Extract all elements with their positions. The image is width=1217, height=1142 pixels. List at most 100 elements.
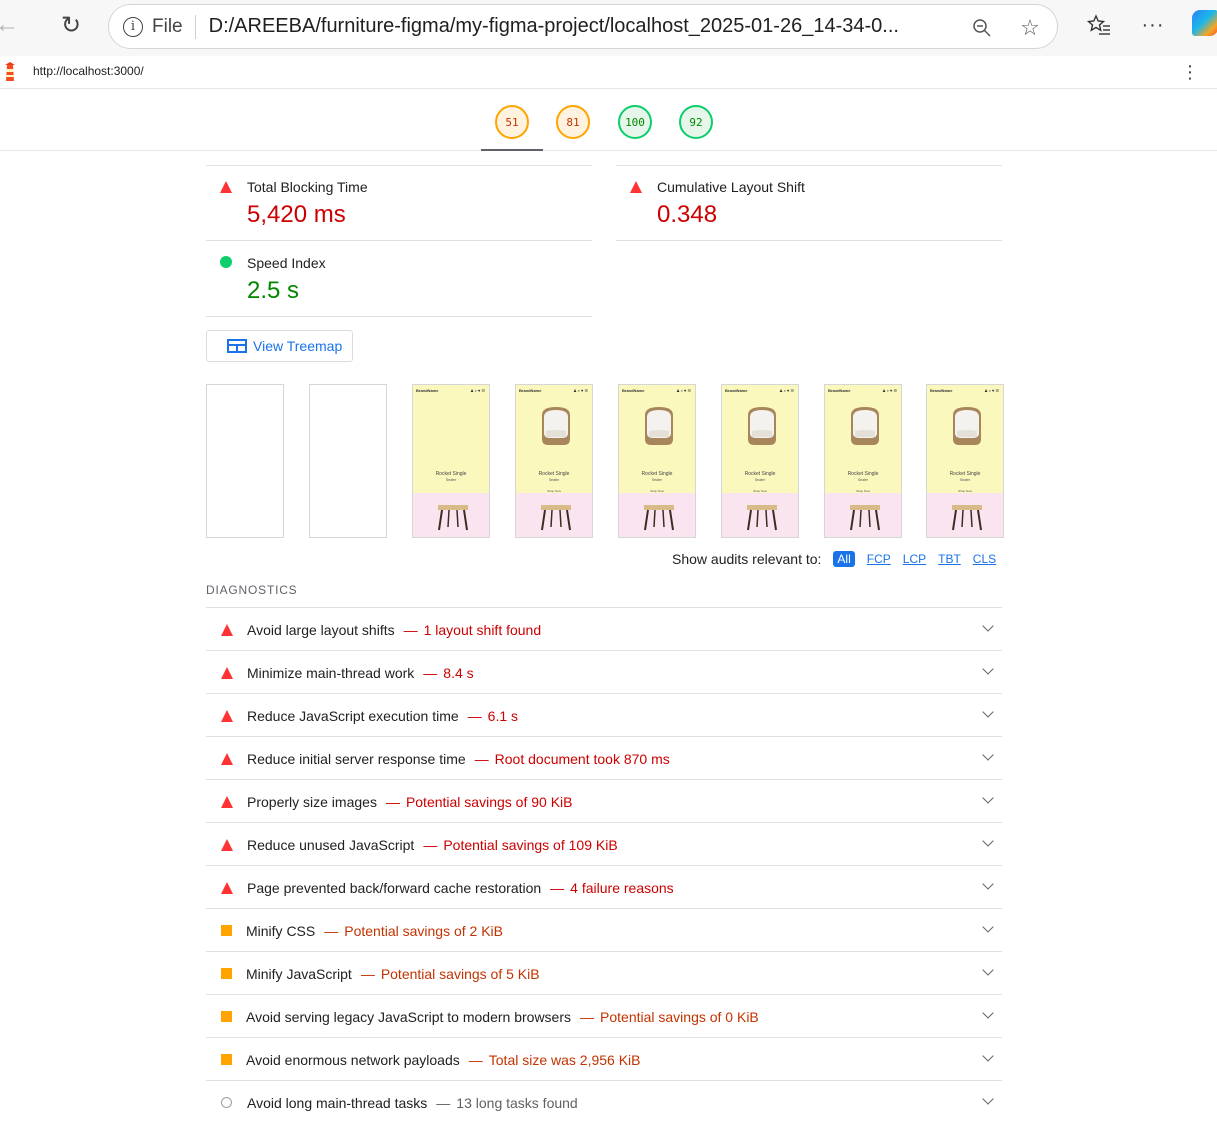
reload-icon[interactable]: ↻ [54, 8, 88, 42]
filmstrip-frame: BrandName ♟⌕♥☰ Rocket Single Seater Shop… [618, 384, 696, 538]
zoom-out-icon[interactable] [969, 15, 995, 41]
favorites-icon[interactable] [1084, 10, 1114, 40]
audit-row[interactable]: Reduce JavaScript execution time — 6.1 s [206, 693, 1002, 736]
fail-triangle-icon [221, 667, 233, 679]
product-title: Rocket Single [847, 471, 879, 477]
chevron-down-icon[interactable] [982, 1093, 994, 1105]
audit-title: Avoid serving legacy JavaScript to moder… [246, 1009, 572, 1025]
armchair-image [645, 407, 673, 445]
metric-value: 2.5 s [247, 277, 300, 304]
audit-detail: 13 long tasks found [456, 1095, 578, 1111]
audit-text: Avoid long main-thread tasks — 13 long tas… [247, 1095, 578, 1111]
filmstrip-frame: BrandName ♟⌕♥☰ Rocket Single Seater Shop… [721, 384, 799, 538]
audit-title: Minimize main-thread work [247, 665, 415, 681]
audit-row[interactable]: Avoid long main-thread tasks — 13 long tas… [206, 1080, 1002, 1123]
audit-row[interactable]: Avoid large layout shifts — 1 layout shift… [206, 607, 1002, 650]
chevron-down-icon[interactable] [982, 878, 994, 890]
average-square-icon [221, 1054, 232, 1065]
product-subtitle: Seater [754, 478, 766, 482]
filter-label: Show audits relevant to: [672, 551, 822, 567]
audit-detail: Potential savings of 5 KiB [380, 966, 540, 982]
audit-text: Properly size images — Potential savings o… [247, 794, 572, 810]
nav-icons: ♟⌕♥☰ [676, 388, 692, 393]
product-title: Rocket Single [538, 471, 570, 477]
address-bar[interactable]: i File D:/AREEBA/furniture-figma/my-figm… [108, 4, 1058, 49]
product-subtitle: Seater [651, 478, 663, 482]
table-image [747, 505, 777, 531]
audit-title: Minify CSS [246, 923, 316, 939]
neutral-circle-icon [221, 1097, 232, 1108]
performance-score-gauge[interactable]: 51 [495, 105, 529, 139]
chevron-down-icon[interactable] [982, 1007, 994, 1019]
star-icon[interactable]: ☆ [1017, 15, 1043, 41]
shop-now-link: Shop Now [650, 489, 664, 493]
info-icon[interactable]: i [123, 16, 143, 37]
audit-row[interactable]: Minimize main-thread work — 8.4 s [206, 650, 1002, 693]
filmstrip-frame [309, 384, 387, 538]
audit-title: Minify JavaScript [246, 966, 352, 982]
chevron-down-icon[interactable] [982, 663, 994, 675]
accessibility-score-gauge[interactable]: 81 [556, 105, 590, 139]
copilot-icon[interactable] [1192, 10, 1217, 36]
filter-lcp[interactable]: LCP [903, 552, 926, 566]
product-subtitle: Seater [857, 478, 869, 482]
audit-row[interactable]: Avoid serving legacy JavaScript to moder… [206, 994, 1002, 1037]
fail-triangle-icon [221, 882, 233, 894]
report-url[interactable]: http://localhost:3000/ [33, 64, 144, 78]
chevron-down-icon[interactable] [982, 792, 994, 804]
audit-title: Avoid long main-thread tasks [247, 1095, 428, 1111]
audit-title: Reduce JavaScript execution time [247, 708, 459, 724]
brand-name: BrandName [622, 388, 645, 393]
separator-dash: — [580, 1009, 595, 1025]
view-treemap-button[interactable]: View Treemap [206, 330, 353, 362]
score-gauges: 51 81 100 92 [0, 89, 1217, 151]
filter-cls[interactable]: CLS [973, 552, 996, 566]
metric-title: Cumulative Layout Shift [657, 179, 805, 195]
audit-detail: Potential savings of 90 KiB [405, 794, 573, 810]
armchair-image [748, 407, 776, 445]
product-subtitle: Seater [548, 478, 560, 482]
nav-icons: ♟⌕♥☰ [882, 388, 898, 393]
audit-row[interactable]: Reduce initial server response time — Root… [206, 736, 1002, 779]
seo-score-gauge[interactable]: 92 [679, 105, 713, 139]
product-title: Rocket Single [435, 471, 467, 477]
audit-row[interactable]: Minify JavaScript — Potential savings of 5… [206, 951, 1002, 994]
fail-triangle-icon [221, 753, 233, 765]
audit-text: Avoid enormous network payloads — Total si… [246, 1052, 641, 1068]
average-square-icon [221, 968, 232, 979]
best-practices-score-gauge[interactable]: 100 [618, 105, 652, 139]
chevron-down-icon[interactable] [982, 749, 994, 761]
brand-name: BrandName [725, 388, 748, 393]
filmstrip-frame [206, 384, 284, 538]
audit-detail: Root document took 870 ms [494, 751, 670, 767]
audit-row[interactable]: Reduce unused JavaScript — Potential savin… [206, 822, 1002, 865]
audit-row[interactable]: Minify CSS — Potential savings of 2 KiB [206, 908, 1002, 951]
chevron-down-icon[interactable] [982, 921, 994, 933]
more-icon[interactable]: ··· [1138, 10, 1168, 40]
chevron-down-icon[interactable] [982, 620, 994, 632]
audit-detail: 1 layout shift found [423, 622, 542, 638]
back-icon[interactable]: ← [0, 8, 24, 42]
chevron-down-icon[interactable] [982, 706, 994, 718]
report-topbar: http://localhost:3000/ ⋮ [0, 56, 1217, 89]
nav-icons: ♟⌕♥☰ [470, 388, 486, 393]
filmstrip-frame: BrandName ♟⌕♥☰ Rocket Single Seater [412, 384, 490, 538]
audit-row[interactable]: Avoid enormous network payloads — Total si… [206, 1037, 1002, 1080]
separator-dash: — [403, 622, 418, 638]
separator-dash: — [474, 751, 489, 767]
address-text[interactable]: D:/AREEBA/furniture-figma/my-figma-proje… [209, 15, 969, 38]
audit-row[interactable]: Page prevented back/forward cache restor… [206, 865, 1002, 908]
chevron-down-icon[interactable] [982, 964, 994, 976]
filter-fcp[interactable]: FCP [867, 552, 891, 566]
chevron-down-icon[interactable] [982, 835, 994, 847]
shop-now-link: Shop Now [958, 489, 972, 493]
audit-row[interactable]: Properly size images — Potential savings o… [206, 779, 1002, 822]
filter-tbt[interactable]: TBT [938, 552, 961, 566]
diagnostics-heading: DIAGNOSTICS [206, 583, 298, 597]
table-image [438, 505, 468, 531]
audit-detail: 8.4 s [443, 665, 474, 681]
filter-all[interactable]: All [833, 551, 855, 567]
chevron-down-icon[interactable] [982, 1050, 994, 1062]
brand-name: BrandName [416, 388, 439, 393]
kebab-menu-icon[interactable]: ⋮ [1181, 60, 1199, 84]
